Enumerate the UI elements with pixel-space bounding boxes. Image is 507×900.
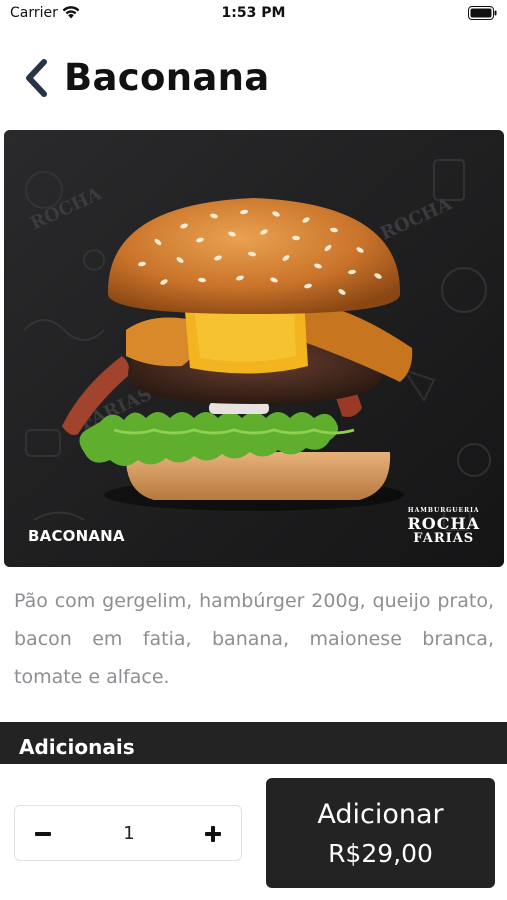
- quantity-value: 1: [123, 823, 135, 844]
- logo-line1: ROCHA: [407, 514, 480, 533]
- brand-logo: HAMBURGUERIA ROCHA FARIAS: [407, 508, 481, 546]
- decrease-quantity-button[interactable]: [29, 820, 57, 848]
- minus-icon: [35, 832, 51, 836]
- quantity-stepper: 1: [14, 805, 242, 861]
- add-button-price: R$29,00: [328, 839, 433, 868]
- page-title: Baconana: [64, 56, 270, 99]
- clock: 1:53 PM: [221, 5, 286, 21]
- plus-icon: [205, 826, 221, 842]
- add-button-label: Adicionar: [317, 799, 444, 830]
- logo-line2: FARIAS: [413, 531, 475, 546]
- battery-icon: [468, 6, 497, 20]
- increase-quantity-button[interactable]: [199, 820, 227, 848]
- navigation-header: Baconana: [0, 50, 507, 106]
- chevron-left-icon: [26, 59, 47, 97]
- burger-illustration: ROCHA ROCHA FARIAS: [4, 130, 504, 567]
- order-footer: 1 Adicionar R$29,00: [0, 764, 507, 900]
- hero-caption: BACONANA: [28, 527, 125, 545]
- section-title: Adicionais: [19, 735, 135, 759]
- add-to-cart-button[interactable]: Adicionar R$29,00: [266, 778, 495, 888]
- product-description: Pão com gergelim, hambúrger 200g, queijo…: [14, 590, 494, 688]
- status-bar: Carrier 1:53 PM: [0, 0, 507, 28]
- product-image: ROCHA ROCHA FARIAS BACONANA HAMBURGUERIA…: [4, 130, 504, 567]
- addons-section-header: Adicionais: [0, 722, 507, 766]
- back-button[interactable]: [16, 56, 56, 100]
